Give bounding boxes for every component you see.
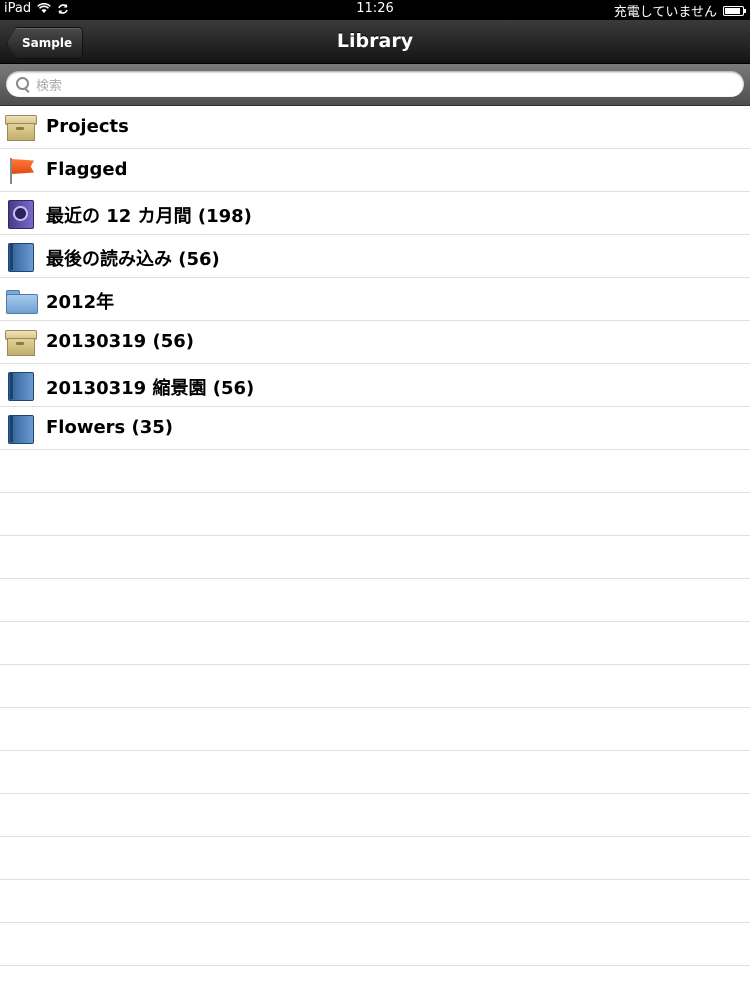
list-item-20130319-shukkeien[interactable]: 20130319 縮景園 (56)	[0, 364, 750, 407]
search-field[interactable]	[6, 71, 744, 97]
album-icon	[5, 371, 37, 401]
list-item-label: Flagged	[46, 159, 128, 180]
list-item-label: 最後の読み込み (56)	[46, 249, 220, 270]
album-icon	[5, 242, 37, 272]
empty-row	[0, 579, 750, 622]
folder-icon	[5, 285, 38, 314]
list-item-2012[interactable]: 2012年	[0, 278, 750, 321]
list-item-flowers[interactable]: Flowers (35)	[0, 407, 750, 450]
list-item-label: 2012年	[46, 292, 115, 313]
empty-row	[0, 751, 750, 794]
list-item-label: 20130319 縮景園 (56)	[46, 378, 255, 399]
search-icon	[16, 77, 29, 90]
empty-row	[0, 536, 750, 579]
empty-row	[0, 665, 750, 708]
status-right: 充電していません	[613, 1, 746, 20]
list-item-20130319[interactable]: 20130319 (56)	[0, 321, 750, 364]
list-item-flagged[interactable]: Flagged	[0, 149, 750, 192]
box-icon	[5, 328, 37, 356]
list-item-label: 最近の 12 カ月間 (198)	[46, 206, 252, 227]
list-item-label: Flowers (35)	[46, 417, 174, 438]
search-bar	[0, 64, 750, 106]
empty-row	[0, 880, 750, 923]
empty-row	[0, 923, 750, 966]
empty-row	[0, 493, 750, 536]
list-item-last-12-months[interactable]: 最近の 12 カ月間 (198)	[0, 192, 750, 235]
empty-row	[0, 837, 750, 880]
smart-album-icon	[5, 199, 37, 229]
flag-icon	[5, 156, 37, 184]
list-item-label: Projects	[46, 116, 129, 137]
navigation-bar: Sample Library	[0, 20, 750, 64]
library-list: Projects Flagged 最近の 12 カ月間 (198) 最後の読み込…	[0, 106, 750, 966]
list-item-last-import[interactable]: 最後の読み込み (56)	[0, 235, 750, 278]
page-title: Library	[336, 30, 414, 52]
album-icon	[5, 414, 37, 444]
list-item-label: 20130319 (56)	[46, 331, 194, 352]
status-bar: iPad 11:26 充電していません	[0, 0, 750, 20]
empty-row	[0, 450, 750, 493]
search-input[interactable]	[34, 74, 738, 96]
battery-icon	[723, 5, 746, 16]
empty-row	[0, 794, 750, 837]
list-item-projects[interactable]: Projects	[0, 106, 750, 149]
empty-row	[0, 622, 750, 665]
charging-status: 充電していません	[613, 5, 717, 20]
empty-row	[0, 708, 750, 751]
box-icon	[5, 113, 37, 141]
